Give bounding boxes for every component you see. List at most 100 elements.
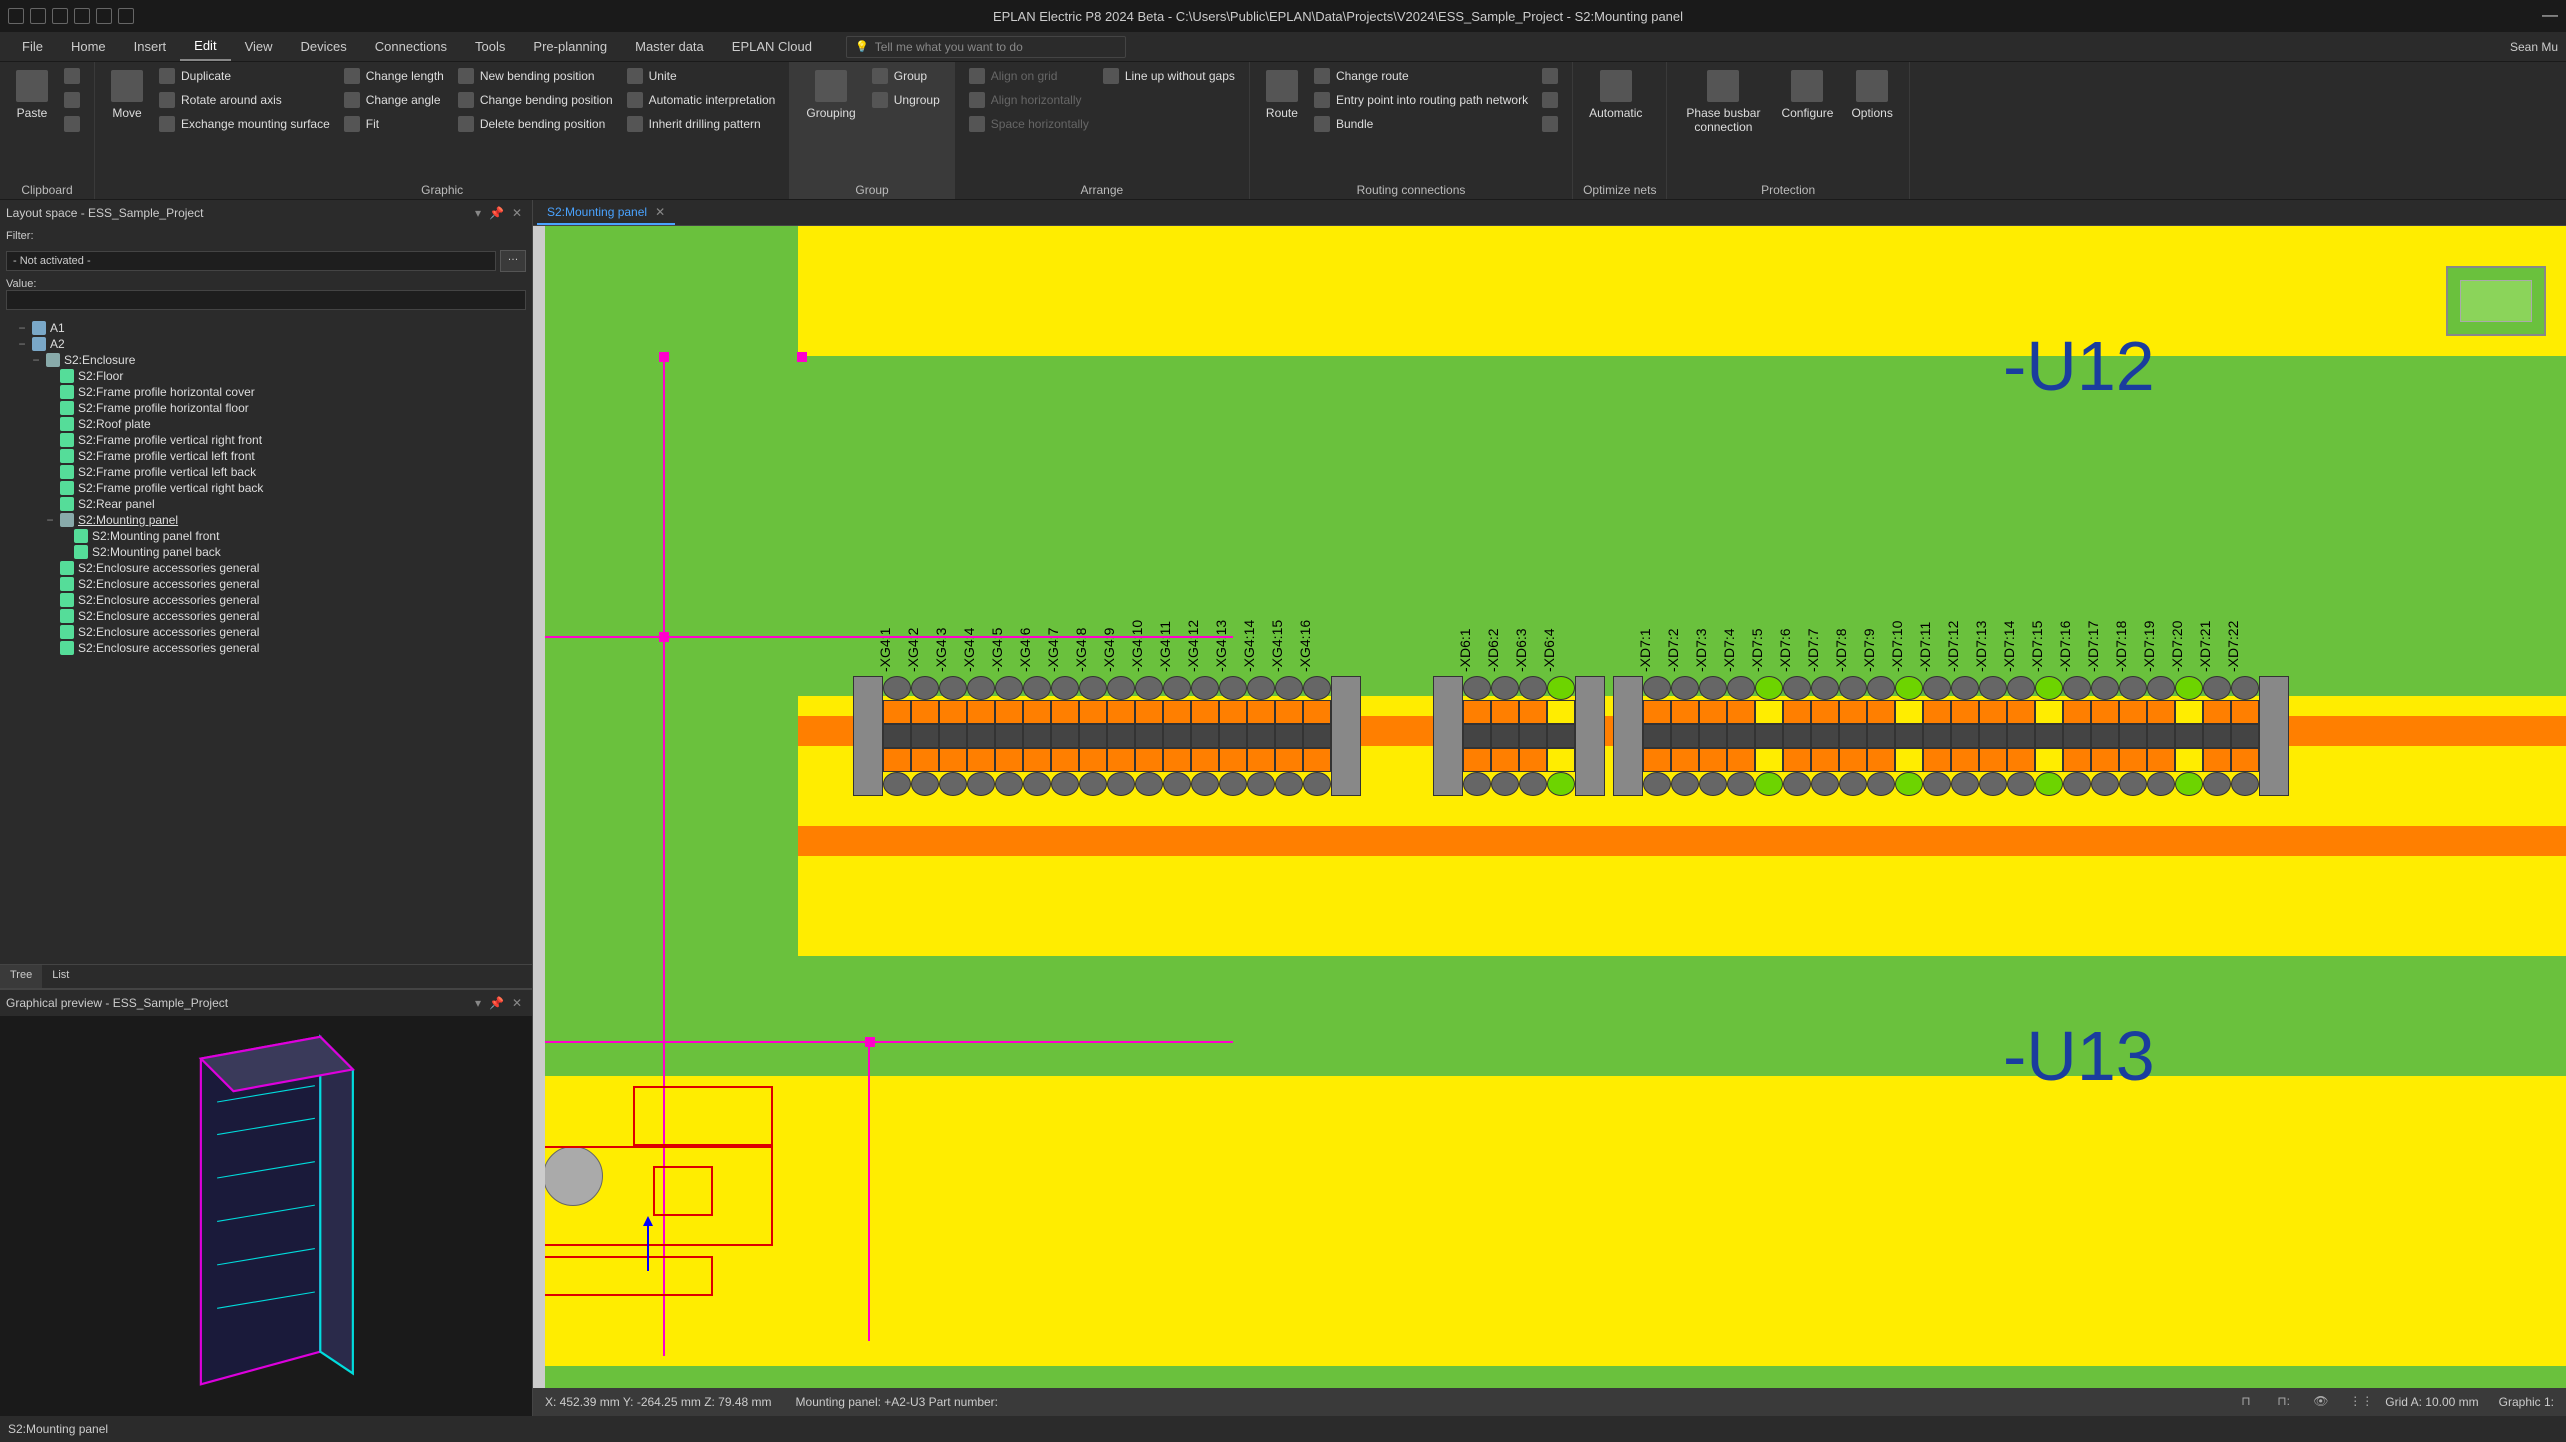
tree-node[interactable]: S2:Enclosure accessories general (2, 624, 530, 640)
tab-eplancloud[interactable]: EPLAN Cloud (718, 33, 826, 60)
selection-line-v2[interactable] (868, 1041, 870, 1341)
lineup-button[interactable]: Line up without gaps (1099, 66, 1239, 86)
ungroup-button[interactable]: Ungroup (868, 90, 944, 110)
duplicate-button[interactable]: Duplicate (155, 66, 334, 86)
options-button[interactable]: Options (1845, 66, 1898, 124)
space-h-button[interactable]: Space horizontally (965, 114, 1093, 134)
fit-button[interactable]: Fit (340, 114, 448, 134)
snap2-icon[interactable]: ⊓: (2277, 1394, 2293, 1410)
tree-node[interactable]: − S2:Enclosure (2, 352, 530, 368)
routing-dropdown-2[interactable] (1538, 90, 1562, 110)
selection-line-h1[interactable] (533, 636, 1233, 638)
drawing-canvas[interactable]: -U12 -U13 -XG4:1-XG4:2-XG4:3-XG4:4-XG4:5… (533, 226, 2566, 1388)
change-bending-button[interactable]: Change bending position (454, 90, 617, 110)
tab-list[interactable]: List (42, 965, 79, 988)
change-angle-button[interactable]: Change angle (340, 90, 448, 110)
tab-masterdata[interactable]: Master data (621, 33, 718, 60)
expander-icon[interactable]: − (16, 321, 28, 335)
filter-select[interactable]: - Not activated - (6, 251, 496, 271)
layout-tree[interactable]: − A1− A2− S2:Enclosure S2:Floor S2:Frame… (0, 316, 532, 964)
tree-node[interactable]: S2:Enclosure accessories general (2, 592, 530, 608)
tree-node[interactable]: S2:Mounting panel front (2, 528, 530, 544)
rotate-button[interactable]: Rotate around axis (155, 90, 334, 110)
paste-button[interactable]: Paste (10, 66, 54, 124)
grid-menu-icon[interactable]: ⋮⋮ (2349, 1394, 2365, 1410)
preview-dropdown-icon[interactable]: ▾ (471, 996, 485, 1010)
tree-node[interactable]: S2:Roof plate (2, 416, 530, 432)
panel-close-icon[interactable]: ✕ (508, 206, 526, 220)
tree-node[interactable]: − A2 (2, 336, 530, 352)
tab-tree[interactable]: Tree (0, 965, 42, 988)
tab-edit[interactable]: Edit (180, 32, 230, 61)
qat-undo-icon[interactable] (52, 8, 68, 24)
group-button[interactable]: Group (868, 66, 944, 86)
tree-node[interactable]: S2:Frame profile horizontal floor (2, 400, 530, 416)
expander-icon[interactable]: − (30, 353, 42, 367)
tab-home[interactable]: Home (57, 33, 120, 60)
auto-interp-button[interactable]: Automatic interpretation (623, 90, 780, 110)
entry-point-button[interactable]: Entry point into routing path network (1310, 90, 1532, 110)
align-grid-button[interactable]: Align on grid (965, 66, 1093, 86)
bundle-button[interactable]: Bundle (1310, 114, 1532, 134)
qat-save-icon[interactable] (8, 8, 24, 24)
new-bending-button[interactable]: New bending position (454, 66, 617, 86)
tab-preplanning[interactable]: Pre-planning (519, 33, 621, 60)
route-button[interactable]: Route (1260, 66, 1304, 124)
align-h-button[interactable]: Align horizontally (965, 90, 1093, 110)
panel-pin-icon[interactable]: 📌 (485, 206, 508, 220)
expander-icon[interactable]: − (44, 513, 56, 527)
tab-tools[interactable]: Tools (461, 33, 519, 60)
exchange-surface-button[interactable]: Exchange mounting surface (155, 114, 334, 134)
tab-devices[interactable]: Devices (287, 33, 361, 60)
preview-pin-icon[interactable]: 📌 (485, 996, 508, 1010)
preview-close-icon[interactable]: ✕ (508, 996, 526, 1010)
selection-handle[interactable] (797, 352, 807, 362)
qat-open-icon[interactable] (30, 8, 46, 24)
tree-node[interactable]: S2:Enclosure accessories general (2, 576, 530, 592)
tree-node[interactable]: S2:Frame profile vertical left back (2, 464, 530, 480)
automatic-button[interactable]: Automatic (1583, 66, 1648, 124)
filter-more-button[interactable]: … (500, 250, 526, 272)
expander-icon[interactable]: − (16, 337, 28, 351)
preview-3d-view[interactable] (0, 1016, 532, 1416)
snap-icon[interactable]: ⊓ (2241, 1394, 2257, 1410)
copy-button[interactable] (60, 90, 84, 110)
minimize-button[interactable] (2542, 7, 2558, 25)
tree-node[interactable]: − A1 (2, 320, 530, 336)
routing-dropdown-3[interactable] (1538, 114, 1562, 134)
grouping-button[interactable]: Grouping (800, 66, 861, 124)
tab-connections[interactable]: Connections (361, 33, 461, 60)
phase-busbar-button[interactable]: Phase busbar connection (1677, 66, 1769, 138)
qat-dropdown-icon[interactable] (118, 8, 134, 24)
tree-node[interactable]: S2:Frame profile horizontal cover (2, 384, 530, 400)
move-button[interactable]: Move (105, 66, 149, 124)
change-route-button[interactable]: Change route (1310, 66, 1532, 86)
tab-insert[interactable]: Insert (120, 33, 181, 60)
tab-view[interactable]: View (231, 33, 287, 60)
tree-node[interactable]: S2:Frame profile vertical right back (2, 480, 530, 496)
value-input[interactable] (6, 290, 526, 310)
tree-node[interactable]: S2:Mounting panel back (2, 544, 530, 560)
doc-tab-mounting-panel[interactable]: S2:Mounting panel ✕ (537, 201, 675, 225)
tree-node[interactable]: S2:Frame profile vertical right front (2, 432, 530, 448)
cut-button[interactable] (60, 66, 84, 86)
selection-handle[interactable] (865, 1037, 875, 1047)
tree-node[interactable]: S2:Rear panel (2, 496, 530, 512)
panel-dropdown-icon[interactable]: ▾ (471, 206, 485, 220)
visibility-icon[interactable]: 👁 (2313, 1394, 2329, 1410)
user-label[interactable]: Sean Mu (2510, 40, 2558, 54)
doc-tab-close-icon[interactable]: ✕ (655, 205, 665, 219)
inherit-drill-button[interactable]: Inherit drilling pattern (623, 114, 780, 134)
unite-button[interactable]: Unite (623, 66, 780, 86)
delete-button[interactable] (60, 114, 84, 134)
tree-node[interactable]: S2:Enclosure accessories general (2, 560, 530, 576)
selection-handle[interactable] (659, 352, 669, 362)
tab-file[interactable]: File (8, 33, 57, 60)
ribbon-search[interactable]: 💡 Tell me what you want to do (846, 36, 1126, 58)
selection-handle[interactable] (659, 632, 669, 642)
qat-print-icon[interactable] (96, 8, 112, 24)
minimap[interactable] (2446, 266, 2546, 336)
delete-bending-button[interactable]: Delete bending position (454, 114, 617, 134)
tree-node[interactable]: S2:Frame profile vertical left front (2, 448, 530, 464)
tree-node[interactable]: S2:Enclosure accessories general (2, 608, 530, 624)
